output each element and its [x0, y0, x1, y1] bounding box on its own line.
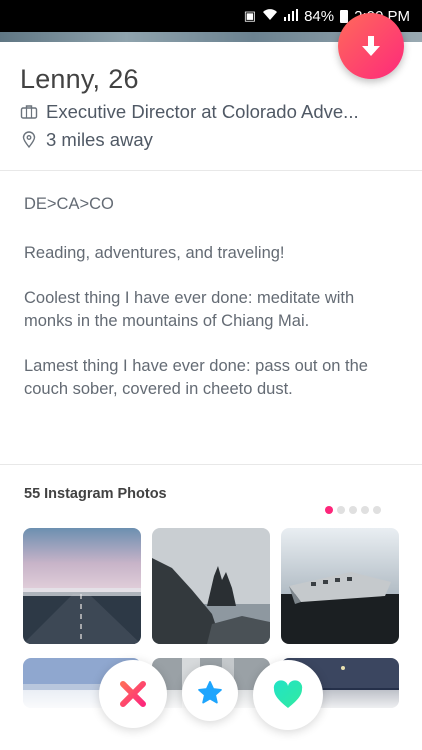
location-pin-icon [22, 131, 36, 149]
instagram-photo[interactable] [23, 528, 141, 644]
briefcase-icon [20, 105, 38, 119]
distance-row: 3 miles away [20, 128, 410, 152]
instagram-pager[interactable] [325, 506, 381, 514]
profile-header: Lenny, 26 Executive Director at Colorado… [20, 62, 410, 152]
pager-dot[interactable] [361, 506, 369, 514]
pager-dot[interactable] [349, 506, 357, 514]
name-age: Lenny, 26 [20, 62, 410, 96]
bio-section: DE>CA>CO Reading, adventures, and travel… [24, 193, 404, 423]
instagram-photo[interactable] [152, 528, 270, 644]
job-row: Executive Director at Colorado Adve... [20, 100, 410, 124]
nope-button[interactable] [99, 660, 167, 728]
job-title: Executive Director at Colorado Adve... [46, 101, 359, 122]
bio-paragraph: Coolest thing I have ever done: meditate… [24, 289, 355, 330]
divider [0, 464, 422, 465]
instagram-section: 55 Instagram Photos [24, 486, 402, 502]
pager-dot[interactable] [373, 506, 381, 514]
notification-icon: ▣ [243, 8, 257, 23]
instagram-title: 55 Instagram Photos [24, 486, 167, 502]
super-like-button[interactable] [182, 665, 238, 721]
profile-age: 26 [108, 64, 139, 94]
arrow-down-icon [362, 36, 380, 56]
signal-icon [284, 8, 299, 24]
like-button[interactable] [253, 660, 323, 730]
wifi-icon [262, 8, 278, 24]
heart-icon [273, 680, 303, 708]
battery-percent: 84% [304, 7, 335, 25]
profile-name: Lenny, [20, 64, 101, 94]
instagram-photo[interactable] [281, 528, 399, 644]
pager-dot[interactable] [337, 506, 345, 514]
divider [0, 170, 422, 171]
bio-headline: DE>CA>CO [24, 195, 114, 213]
star-icon [198, 681, 222, 704]
close-x-icon [120, 681, 146, 707]
distance-text: 3 miles away [46, 129, 153, 150]
pager-dot[interactable] [325, 506, 333, 514]
bio-paragraph: Reading, adventures, and traveling! [24, 244, 285, 262]
battery-icon [340, 9, 349, 23]
bio-paragraph: Lamest thing I have ever done: pass out … [24, 357, 368, 398]
